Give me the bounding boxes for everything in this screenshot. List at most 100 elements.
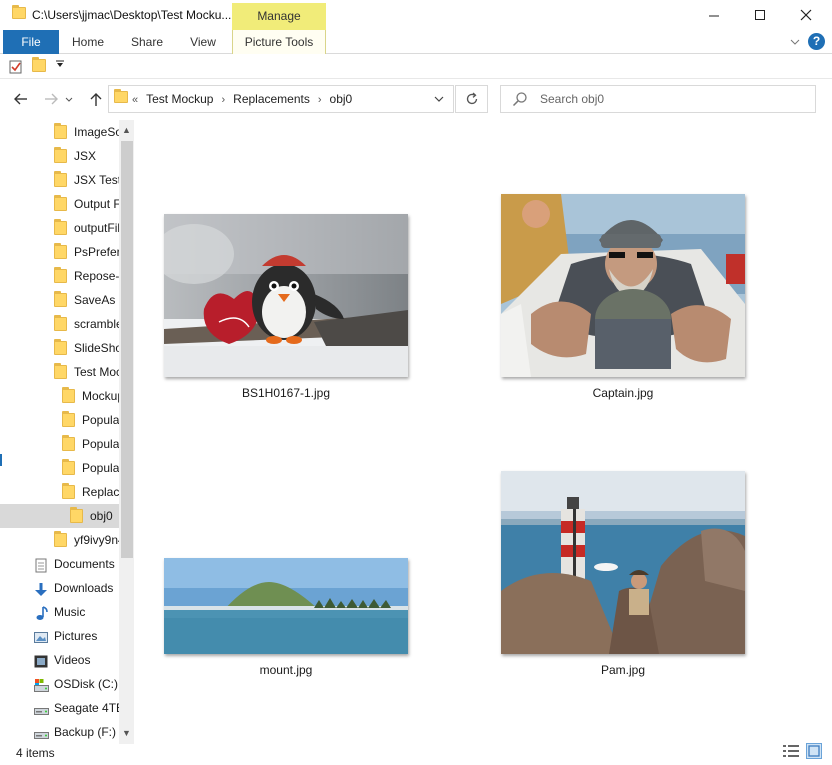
- nav-item[interactable]: Documents: [0, 552, 119, 576]
- scroll-down-button[interactable]: ▼: [119, 725, 134, 741]
- nav-item[interactable]: SaveAs: [0, 288, 119, 312]
- thumbnail-penguin[interactable]: [164, 214, 408, 377]
- nav-item[interactable]: outputFile: [0, 216, 119, 240]
- thumbnail-pam[interactable]: [501, 471, 745, 654]
- large-icons-view-icon: [808, 745, 820, 757]
- expand-ribbon-button[interactable]: [787, 34, 803, 50]
- forward-button[interactable]: [40, 88, 62, 110]
- large-icons-view-button[interactable]: [806, 743, 822, 759]
- documents-icon: [34, 557, 49, 573]
- folder-icon: [54, 147, 67, 163]
- arrow-left-icon: [14, 93, 27, 105]
- thumbnail-captain[interactable]: [501, 194, 745, 377]
- nav-item[interactable]: Seagate 4TB: [0, 696, 119, 720]
- folder-icon: [62, 483, 75, 499]
- nav-item-label: JSX: [74, 149, 97, 163]
- close-button[interactable]: [783, 0, 829, 30]
- nav-item-label: Output Fo: [74, 197, 119, 211]
- nav-item[interactable]: Populate: [0, 408, 119, 432]
- nav-item[interactable]: Downloads: [0, 576, 119, 600]
- maximize-button[interactable]: [737, 0, 783, 30]
- breadcrumb-separator-icon[interactable]: ›: [221, 86, 225, 114]
- nav-item-label: ImageSou: [74, 125, 119, 139]
- up-button[interactable]: [85, 88, 107, 110]
- chevron-down-icon: [65, 97, 73, 102]
- file-name[interactable]: Captain.jpg: [501, 386, 745, 400]
- videos-icon: [34, 653, 49, 668]
- mountain-photo: [164, 558, 408, 654]
- nav-item-label: OSDisk (C:): [54, 677, 118, 691]
- customize-toolbar-button[interactable]: [54, 58, 66, 74]
- nav-item[interactable]: yf9ivy9n4r: [0, 528, 119, 552]
- breadcrumb: « Test Mockup › Replacements › obj0: [132, 85, 352, 113]
- nav-item-label: Populate: [82, 461, 119, 475]
- back-button[interactable]: [10, 88, 32, 110]
- help-icon[interactable]: ?: [808, 33, 825, 50]
- folder-icon: [12, 5, 26, 19]
- address-history-button[interactable]: [428, 85, 450, 113]
- pictures-icon: [34, 629, 49, 643]
- arrow-up-icon: [90, 93, 102, 106]
- nav-item[interactable]: Repose-Iso: [0, 264, 119, 288]
- details-view-button[interactable]: [783, 744, 799, 758]
- folder-icon: [54, 531, 67, 547]
- nav-item[interactable]: Replacer: [0, 480, 119, 504]
- nav-item[interactable]: Videos: [0, 648, 119, 672]
- nav-item[interactable]: scramble-t: [0, 312, 119, 336]
- tab-picture-tools[interactable]: Picture Tools: [232, 30, 326, 54]
- nav-item[interactable]: Mockups: [0, 384, 119, 408]
- nav-item[interactable]: JSX Test: [0, 168, 119, 192]
- properties-button[interactable]: [9, 59, 23, 74]
- breadcrumb-overflow[interactable]: «: [132, 86, 138, 114]
- breadcrumb-item[interactable]: Test Mockup: [146, 85, 213, 113]
- navigation-pane: ImageSou JSX JSX Test Output Fo outputFile Ps…: [0, 120, 136, 744]
- tab-share[interactable]: Share: [124, 30, 170, 54]
- minimize-button[interactable]: [691, 0, 737, 30]
- nav-item[interactable]: Backup (F:): [0, 720, 119, 744]
- nav-item-label: Populate: [82, 437, 119, 451]
- lighthouse-photo: [501, 471, 745, 654]
- nav-item[interactable]: obj0: [0, 504, 119, 528]
- tab-manage[interactable]: Manage: [232, 3, 326, 30]
- chevron-down-icon: [434, 96, 444, 102]
- nav-item[interactable]: Test Mock: [0, 360, 119, 384]
- nav-item[interactable]: Music: [0, 600, 119, 624]
- recent-locations-button[interactable]: [62, 88, 76, 110]
- tab-home[interactable]: Home: [66, 30, 110, 54]
- nav-item[interactable]: Populate: [0, 456, 119, 480]
- search-input[interactable]: Search obj0: [540, 85, 604, 113]
- breadcrumb-item[interactable]: obj0: [330, 85, 353, 113]
- nav-item[interactable]: Output Fo: [0, 192, 119, 216]
- folder-icon: [54, 267, 67, 283]
- drive-icon: [34, 725, 49, 739]
- folder-icon: [114, 89, 128, 103]
- tab-view[interactable]: View: [184, 30, 222, 54]
- file-name[interactable]: BS1H0167-1.jpg: [164, 386, 408, 400]
- nav-item-label: obj0: [90, 509, 113, 523]
- breadcrumb-separator-icon[interactable]: ›: [318, 86, 322, 114]
- nav-item-label: Replacer: [82, 485, 119, 499]
- nav-item[interactable]: JSX: [0, 144, 119, 168]
- nav-item-label: SlideShow: [74, 341, 119, 355]
- scroll-up-button[interactable]: ▲: [119, 122, 134, 138]
- folder-icon: [54, 243, 67, 259]
- file-name[interactable]: mount.jpg: [164, 663, 408, 677]
- nav-item-label: Videos: [54, 653, 91, 667]
- breadcrumb-item[interactable]: Replacements: [233, 85, 310, 113]
- scrollbar-thumb[interactable]: [121, 141, 133, 558]
- nav-item[interactable]: PsPreferer: [0, 240, 119, 264]
- music-icon: [34, 605, 49, 620]
- nav-item[interactable]: Populate: [0, 432, 119, 456]
- focus-indicator: [0, 454, 2, 466]
- nav-item[interactable]: Pictures: [0, 624, 119, 648]
- new-folder-button[interactable]: [32, 57, 46, 72]
- folder-icon: [62, 459, 75, 475]
- refresh-icon: [466, 92, 477, 105]
- nav-item[interactable]: ImageSou: [0, 120, 119, 144]
- refresh-button[interactable]: [455, 85, 488, 113]
- thumbnail-mount[interactable]: [164, 558, 408, 654]
- nav-item[interactable]: SlideShow: [0, 336, 119, 360]
- file-name[interactable]: Pam.jpg: [501, 663, 745, 677]
- nav-item[interactable]: OSDisk (C:): [0, 672, 119, 696]
- tab-file[interactable]: File: [3, 30, 59, 54]
